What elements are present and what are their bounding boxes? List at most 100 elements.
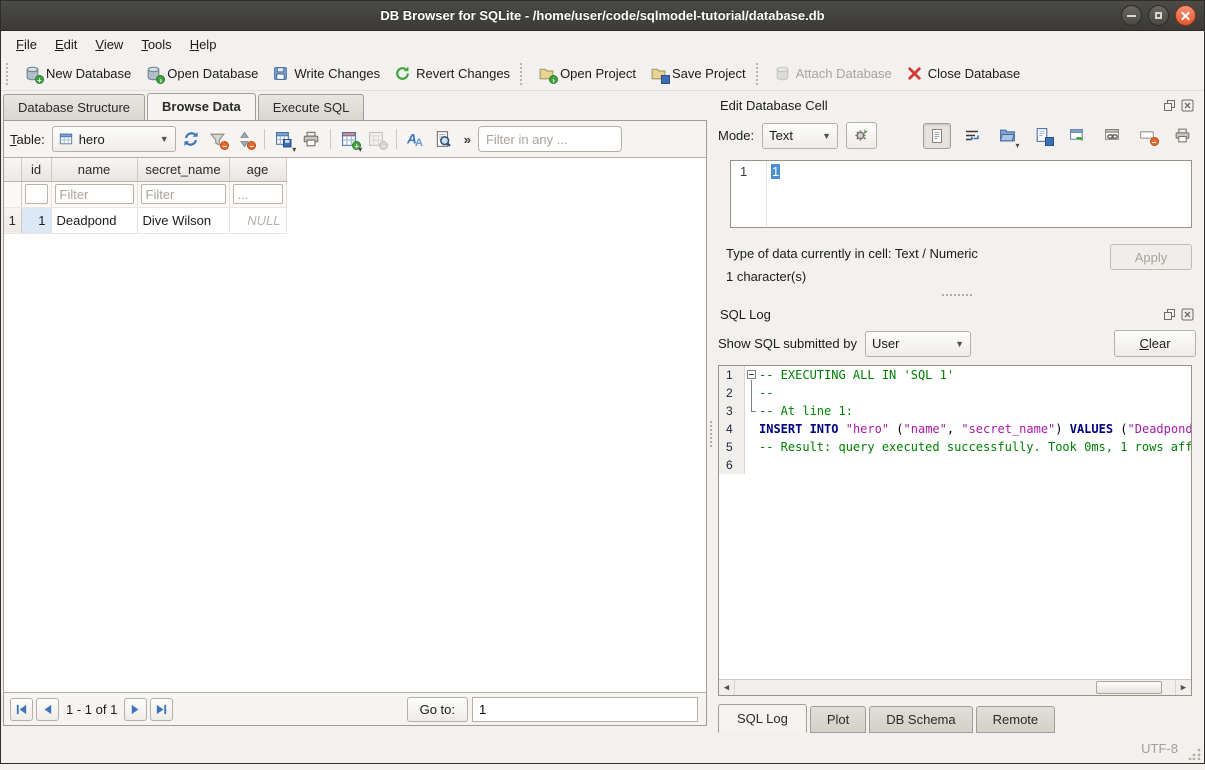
pane-splitter[interactable] xyxy=(707,91,714,733)
filter-input-name[interactable] xyxy=(55,184,134,204)
dock-splitter[interactable] xyxy=(718,288,1196,302)
filter-any-input[interactable] xyxy=(478,126,622,152)
tab-browse-data[interactable]: Browse Data xyxy=(147,93,256,121)
auto-switch-mode-button[interactable] xyxy=(846,122,877,149)
new-database-button[interactable]: + New Database xyxy=(17,61,138,86)
toolbar-separator xyxy=(396,129,397,149)
import-dropdown-icon[interactable]: ▾ xyxy=(1015,141,1019,150)
scroll-left-arrow[interactable]: ◀ xyxy=(719,680,735,695)
filter-input-id[interactable] xyxy=(25,184,48,204)
open-in-external-app-button[interactable] xyxy=(1063,123,1091,149)
word-wrap-button[interactable] xyxy=(958,123,986,149)
font-settings-button[interactable]: AA xyxy=(404,126,428,152)
tab-database-structure[interactable]: Database Structure xyxy=(3,94,145,120)
cell-value-editor[interactable]: 1 1 xyxy=(730,160,1192,228)
column-header-secret-name[interactable]: secret_name xyxy=(137,158,229,181)
cell-secret-name[interactable]: Dive Wilson xyxy=(137,207,229,233)
right-pane: Edit Database Cell Mode: Text ▼ xyxy=(714,91,1204,733)
close-database-icon xyxy=(906,65,923,82)
maximize-button[interactable] xyxy=(1148,5,1169,26)
menu-edit[interactable]: Edit xyxy=(46,34,86,55)
encoding-indicator[interactable]: UTF-8 xyxy=(1141,741,1178,756)
toolbar-drag-handle[interactable] xyxy=(520,63,528,85)
menu-tools[interactable]: Tools xyxy=(132,34,180,55)
last-record-button[interactable] xyxy=(150,698,173,721)
menu-help[interactable]: Help xyxy=(181,34,226,55)
close-dock-button[interactable] xyxy=(1180,98,1194,112)
chevron-down-icon: ▼ xyxy=(814,131,831,141)
set-null-button[interactable]: − xyxy=(1133,123,1161,149)
new-database-label: New Database xyxy=(46,66,131,81)
show-sql-select[interactable]: User ▼ xyxy=(865,331,971,357)
column-header-name[interactable]: name xyxy=(51,158,137,181)
sql-log-title: SQL Log xyxy=(720,307,1162,322)
clear-filters-button[interactable]: − xyxy=(206,126,230,152)
save-results-dropdown-icon[interactable]: ▾ xyxy=(292,145,296,154)
open-project-button[interactable]: › Open Project xyxy=(531,61,643,86)
column-header-age[interactable]: age xyxy=(229,158,286,181)
scroll-right-arrow[interactable]: ▶ xyxy=(1175,680,1191,695)
filter-input-secret-name[interactable] xyxy=(141,184,226,204)
cell-age[interactable]: NULL xyxy=(229,207,286,233)
toolbar-overflow-button[interactable]: » xyxy=(464,132,471,147)
corner-header[interactable] xyxy=(4,158,21,181)
insert-record-dropdown-icon[interactable]: ▾ xyxy=(358,145,362,154)
close-database-button[interactable]: Close Database xyxy=(899,61,1028,86)
export-to-file-button[interactable] xyxy=(1028,123,1056,149)
table-select[interactable]: hero ▼ xyxy=(52,126,176,152)
minimize-button[interactable] xyxy=(1121,5,1142,26)
cell-name[interactable]: Deadpond xyxy=(51,207,137,233)
goto-input[interactable] xyxy=(472,697,698,722)
clear-sorting-button[interactable]: − xyxy=(233,126,257,152)
revert-changes-button[interactable]: Revert Changes xyxy=(387,61,517,86)
text-view-button[interactable] xyxy=(923,123,951,149)
open-database-button[interactable]: › Open Database ▾ xyxy=(138,61,265,86)
tab-remote[interactable]: Remote xyxy=(976,706,1056,733)
tab-plot[interactable]: Plot xyxy=(810,706,866,733)
tab-execute-sql[interactable]: Execute SQL xyxy=(258,94,365,120)
close-button[interactable] xyxy=(1175,5,1196,26)
find-in-table-button[interactable] xyxy=(431,126,455,152)
export-to-file-icon xyxy=(1034,127,1051,144)
first-record-button[interactable] xyxy=(10,698,33,721)
goto-button[interactable]: Go to: xyxy=(407,697,468,722)
clear-log-button[interactable]: Clear xyxy=(1114,330,1196,357)
chevron-down-icon: ▼ xyxy=(947,339,964,349)
sql-log-view[interactable]: 1-- EXECUTING ALL IN 'SQL 1'2--3-- At li… xyxy=(718,365,1192,696)
tab-db-schema[interactable]: DB Schema xyxy=(869,706,972,733)
fold-marker-icon[interactable] xyxy=(745,366,759,384)
float-dock-button[interactable] xyxy=(1162,307,1176,321)
mode-select[interactable]: Text ▼ xyxy=(762,123,838,149)
write-changes-button[interactable]: Write Changes xyxy=(265,61,387,86)
cell-id[interactable]: 1 xyxy=(21,207,51,233)
data-grid[interactable]: id name secret_name age xyxy=(4,157,706,693)
previous-record-button[interactable] xyxy=(36,698,59,721)
next-record-button[interactable] xyxy=(124,698,147,721)
menu-file[interactable]: File xyxy=(7,34,46,55)
close-dock-button[interactable] xyxy=(1180,307,1194,321)
save-results-button[interactable]: ▾ xyxy=(272,126,296,152)
svg-text:A: A xyxy=(415,137,423,148)
refresh-button[interactable] xyxy=(179,126,203,152)
scrollbar-thumb[interactable] xyxy=(1096,681,1162,694)
log-horizontal-scrollbar[interactable]: ◀ ▶ xyxy=(719,679,1191,695)
copy-link-button[interactable] xyxy=(1098,123,1126,149)
toolbar-drag-handle[interactable] xyxy=(756,63,764,85)
scrollbar-track[interactable] xyxy=(735,680,1175,695)
tab-sql-log[interactable]: SQL Log xyxy=(718,704,807,733)
toolbar-drag-handle[interactable] xyxy=(6,63,14,85)
toolbar-separator xyxy=(330,129,331,149)
print-button[interactable] xyxy=(299,126,323,152)
save-project-button[interactable]: Save Project xyxy=(643,61,753,86)
row-number[interactable]: 1 xyxy=(4,207,21,233)
import-from-file-button[interactable]: ▾ xyxy=(993,123,1021,149)
float-dock-button[interactable] xyxy=(1162,98,1176,112)
table-select-value: hero xyxy=(79,132,105,147)
print-cell-button[interactable] xyxy=(1168,123,1196,149)
filter-input-age[interactable] xyxy=(233,184,283,204)
column-header-id[interactable]: id xyxy=(21,158,51,181)
menu-view[interactable]: View xyxy=(86,34,132,55)
resize-grip[interactable] xyxy=(1188,747,1201,760)
save-project-icon xyxy=(650,65,667,82)
insert-record-button[interactable]: + ▾ xyxy=(338,126,362,152)
